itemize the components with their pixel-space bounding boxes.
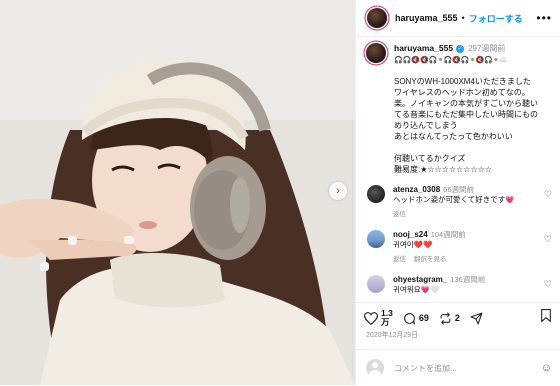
comment-time[interactable]: 66週間前	[443, 185, 474, 194]
comment-avatar[interactable]	[367, 275, 385, 293]
like-comment-heart-icon[interactable]: ♡	[544, 234, 552, 245]
comment-text: 귀여워요💗🤍	[393, 285, 440, 294]
author-avatar[interactable]	[367, 8, 387, 28]
comment-avatar[interactable]	[367, 230, 385, 248]
chevron-right-icon: ›	[336, 185, 340, 197]
heart-icon	[364, 311, 378, 325]
comment-username[interactable]: atenza_0308	[393, 185, 440, 194]
author-username[interactable]: haruyama_555	[395, 13, 458, 23]
post-caption: haruyama_555 ✓ 297週間前 🎧🎧🔇🔇🎧⚫🎧🔇🎧⚫🔇🎧⚫☁️ SO…	[356, 36, 560, 175]
comment-time[interactable]: 136週間前	[450, 275, 485, 284]
post-side-panel: haruyama_555 • フォローする ••• haruyama_555 ✓…	[355, 0, 560, 385]
comment-content: atenza_0308 66週間前 ヘッドホン姿が可愛くて好きです💗 返信	[393, 185, 552, 220]
comment-bubble-icon	[403, 312, 415, 324]
comment-item: atenza_0308 66週間前 ヘッドホン姿が可愛くて好きです💗 返信 ♡	[356, 185, 560, 220]
post-photo[interactable]: ›	[0, 0, 355, 385]
caption-content: haruyama_555 ✓ 297週間前 🎧🎧🔇🔇🎧⚫🎧🔇🎧⚫🔇🎧⚫☁️ SO…	[394, 43, 552, 175]
comment-content: nooj_s24 104週間前 귀여이❤️❤️ 返信 翻訳を見る	[393, 230, 552, 265]
caption-username[interactable]: haruyama_555	[394, 43, 453, 54]
current-user-avatar	[366, 359, 384, 377]
like-comment-heart-icon[interactable]: ♡	[544, 279, 552, 290]
follow-button[interactable]: フォローする	[469, 12, 523, 25]
post-view: › haruyama_555 • フォローする ••• haruyama_555…	[0, 0, 560, 385]
repost-button[interactable]: 2	[439, 312, 460, 325]
save-button[interactable]	[540, 309, 552, 327]
see-translation-button[interactable]: 翻訳を見る	[414, 256, 447, 263]
next-image-button[interactable]: ›	[329, 182, 347, 200]
comment-button[interactable]: 69	[403, 312, 429, 325]
caption-text: SONYのWH-1000XM4いただきました ワイヤレスのヘッドホン初めてなの。…	[394, 77, 538, 141]
separator-dot: •	[461, 13, 465, 23]
post-header: haruyama_555 • フォローする •••	[356, 0, 560, 37]
comments-scroll-area[interactable]: haruyama_555 ✓ 297週間前 🎧🎧🔇🔇🎧⚫🎧🔇🎧⚫🔇🎧⚫☁️ SO…	[356, 36, 560, 301]
comment-content: ohyestagram_ 136週間前 귀여워요💗🤍	[393, 275, 552, 295]
caption-quiz-text: 何聴いてるかクイズ 難易度:★☆☆☆☆☆☆☆☆☆	[394, 154, 492, 174]
comment-item: nooj_s24 104週間前 귀여이❤️❤️ 返信 翻訳を見る ♡	[356, 230, 560, 265]
more-options-icon[interactable]: •••	[536, 11, 552, 25]
caption-time[interactable]: 297週間前	[468, 43, 505, 54]
caption-emoji-row: 🎧🎧🔇🔇🎧⚫🎧🔇🎧⚫🔇🎧⚫☁️	[394, 57, 508, 64]
photo-illustration	[0, 0, 355, 385]
action-bar: 1.3 万 69 2	[356, 302, 560, 333]
comment-count: 69	[418, 312, 429, 323]
comment-text: 귀여이❤️❤️	[393, 240, 433, 249]
bookmark-icon	[541, 309, 551, 322]
verified-badge-icon: ✓	[456, 44, 465, 53]
caption-avatar[interactable]	[366, 43, 386, 63]
smiley-icon[interactable]: ☺	[541, 362, 552, 374]
comment-avatar[interactable]	[367, 185, 385, 203]
like-button[interactable]: 1.3 万	[364, 309, 393, 327]
add-comment-bar: コメントを追加... ☺	[356, 349, 560, 386]
comment-username[interactable]: ohyestagram_	[393, 275, 447, 284]
paper-plane-icon	[470, 312, 483, 324]
comment-time[interactable]: 104週間前	[431, 230, 466, 239]
comment-text: ヘッドホン姿が可愛くて好きです💗	[393, 195, 515, 204]
like-comment-heart-icon[interactable]: ♡	[544, 189, 552, 200]
reply-button[interactable]: 返信	[393, 256, 406, 263]
comment-item: ohyestagram_ 136週間前 귀여워요💗🤍 ♡	[356, 275, 560, 295]
post-date[interactable]: 2020年12月29日	[366, 330, 418, 340]
reply-button[interactable]: 返信	[393, 211, 406, 218]
repost-count: 2	[454, 312, 460, 323]
comment-input[interactable]: コメントを追加...	[394, 363, 541, 374]
comment-username[interactable]: nooj_s24	[393, 230, 428, 239]
like-count-unit: 万	[381, 317, 390, 327]
share-button[interactable]	[470, 312, 483, 325]
like-count[interactable]: 1.3 万	[381, 309, 393, 327]
repost-icon	[440, 312, 451, 324]
